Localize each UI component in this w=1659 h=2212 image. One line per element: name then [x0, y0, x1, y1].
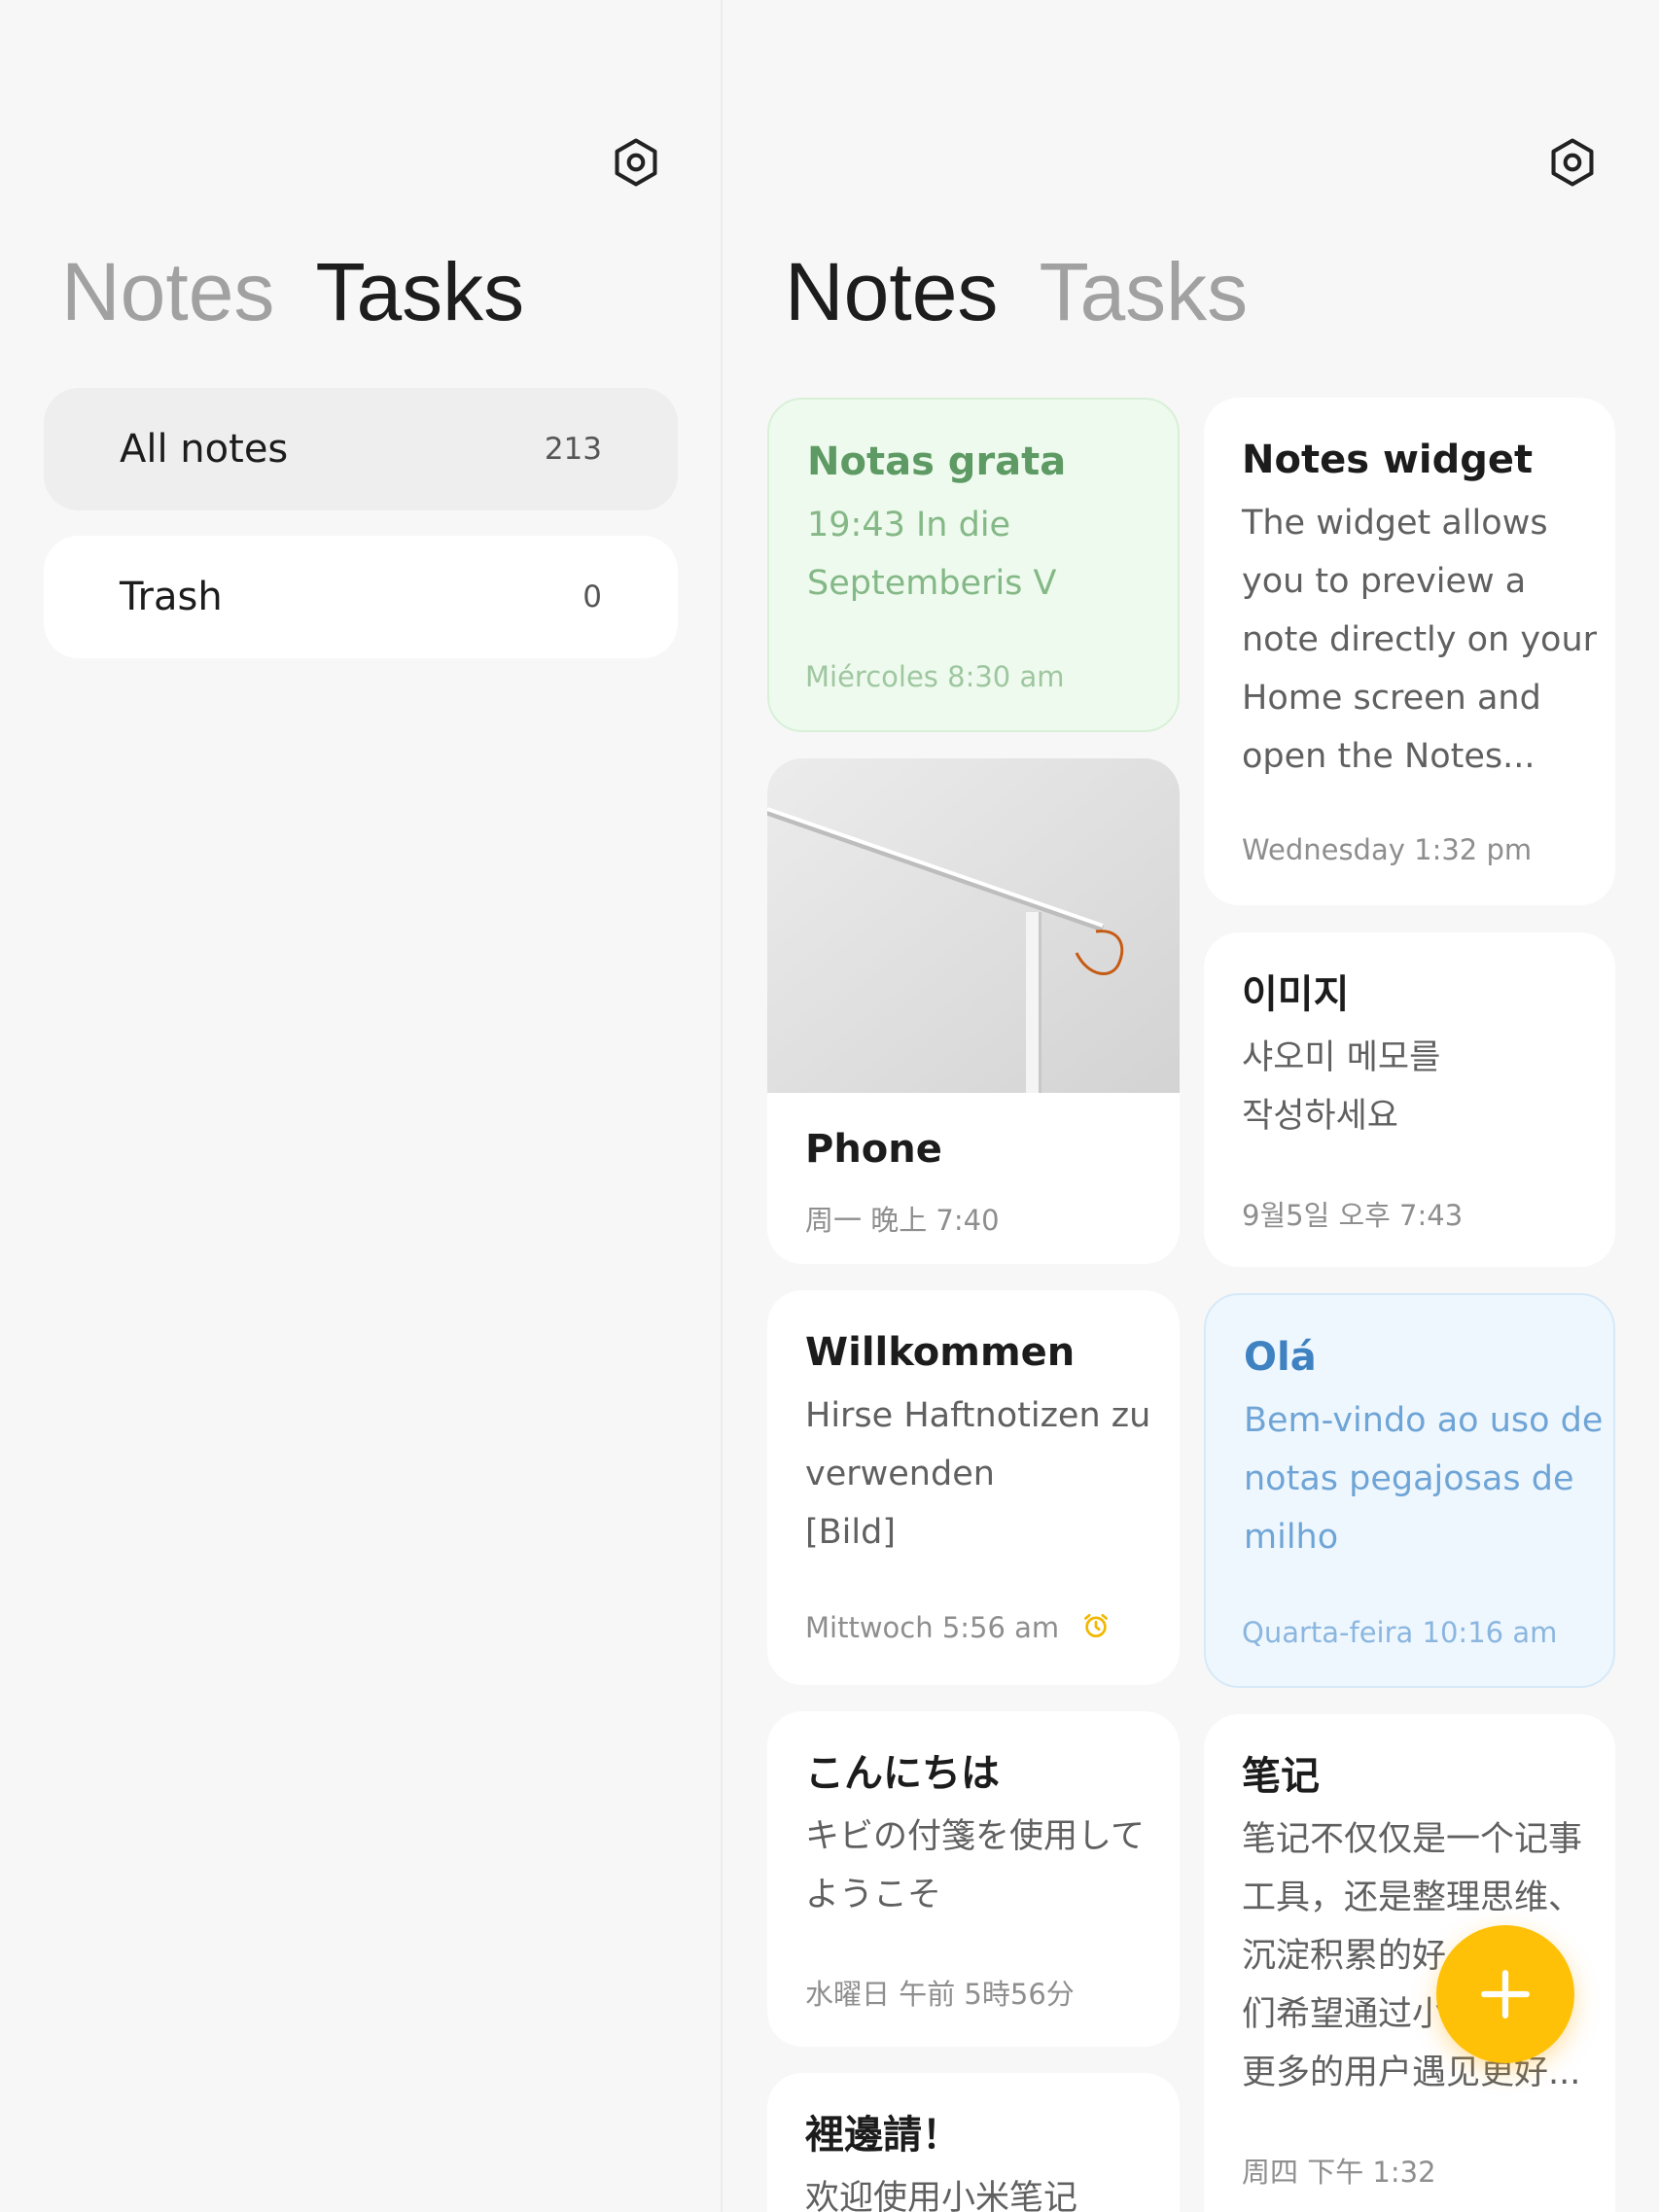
- note-title: 笔记: [1242, 1754, 1320, 1799]
- note-preview: The widget allows you to preview a note …: [1242, 504, 1598, 776]
- note-date: 周一 晚上 7:40: [805, 1204, 1000, 1237]
- note-title: 裡邊請！: [805, 2113, 961, 2158]
- note-card[interactable]: Notas grata 19:43 In die Septemberis V M…: [767, 398, 1180, 732]
- tab-bar-right: Notes Tasks: [785, 245, 1288, 339]
- plus-icon: [1481, 1970, 1530, 2019]
- note-card[interactable]: こんにちは キビの付箋を使用して ようこそ 水曜日 午前 5時56分: [767, 1711, 1180, 2047]
- settings-button-right[interactable]: [1537, 127, 1607, 197]
- note-preview: Bem-vindo ao uso de notas pegajosas de m…: [1244, 1401, 1604, 1557]
- note-card[interactable]: Olá Bem-vindo ao uso de notas pegajosas …: [1204, 1293, 1615, 1688]
- note-card[interactable]: 裡邊請！ 欢迎使用小米笔记: [767, 2073, 1180, 2212]
- note-card[interactable]: 이미지 샤오미 메모를 작성하세요 9월5일 오후 7:43: [1204, 932, 1615, 1267]
- folder-trash[interactable]: Trash 0: [44, 536, 678, 658]
- note-date: Miércoles 8:30 am: [805, 660, 1065, 693]
- tab-tasks-left[interactable]: Tasks: [315, 245, 524, 339]
- note-preview: Hirse Haftnotizen zu verwenden [Bild]: [805, 1396, 1151, 1552]
- note-title: Willkommen: [805, 1330, 1076, 1375]
- add-note-button[interactable]: [1436, 1925, 1574, 2063]
- notes-app: Notes Tasks All notes 213 Trash 0 Notes …: [0, 0, 1659, 2212]
- tab-tasks-right[interactable]: Tasks: [1039, 245, 1248, 339]
- settings-button-left[interactable]: [601, 127, 671, 197]
- note-card[interactable]: Notes widget The widget allows you to pr…: [1204, 398, 1615, 905]
- note-date: Mittwoch 5:56 am: [805, 1611, 1111, 1644]
- note-date: Wednesday 1:32 pm: [1242, 833, 1533, 866]
- folder-name: All notes: [120, 427, 289, 472]
- folder-count: 0: [582, 579, 602, 614]
- notes-list-pane: Notes Tasks Notas grata 19:43 In die Sep…: [723, 0, 1659, 2212]
- folder-sidebar: Notes Tasks All notes 213 Trash 0: [0, 0, 721, 2212]
- settings-icon: [615, 138, 657, 187]
- note-card[interactable]: Willkommen Hirse Haftnotizen zu verwende…: [767, 1290, 1180, 1685]
- settings-icon: [1551, 138, 1594, 187]
- note-preview: キビの付箋を使用して ようこそ: [805, 1817, 1145, 1914]
- alarm-clock-icon: [1084, 1614, 1109, 1637]
- note-title: Phone: [805, 1127, 942, 1172]
- folder-name: Trash: [120, 575, 223, 619]
- folder-count: 213: [544, 432, 602, 467]
- note-title: Notes widget: [1242, 438, 1534, 482]
- note-preview: 샤오미 메모를 작성하세요: [1242, 1038, 1441, 1136]
- tab-notes-right[interactable]: Notes: [785, 245, 998, 339]
- tab-notes-left[interactable]: Notes: [61, 245, 274, 339]
- note-title: Notas grata: [807, 439, 1067, 484]
- note-preview: 19:43 In die Septemberis V: [807, 506, 1057, 603]
- note-date: Quarta-feira 10:16 am: [1242, 1616, 1558, 1649]
- desk-lamp-photo: [767, 758, 1180, 1093]
- note-title: 이미지: [1242, 972, 1350, 1017]
- note-date: 9월5일 오후 7:43: [1242, 1199, 1464, 1232]
- tab-bar-left: Notes Tasks: [61, 245, 565, 339]
- note-title: Olá: [1244, 1335, 1317, 1380]
- note-date: 水曜日 午前 5時56分: [805, 1978, 1075, 2011]
- note-date: 周四 下午 1:32: [1242, 2156, 1436, 2189]
- note-title: こんにちは: [805, 1751, 1000, 1796]
- folder-all-notes[interactable]: All notes 213: [44, 388, 678, 510]
- note-preview: 欢迎使用小米笔记: [805, 2179, 1078, 2212]
- note-card[interactable]: Phone 周一 晚上 7:40: [767, 758, 1180, 1264]
